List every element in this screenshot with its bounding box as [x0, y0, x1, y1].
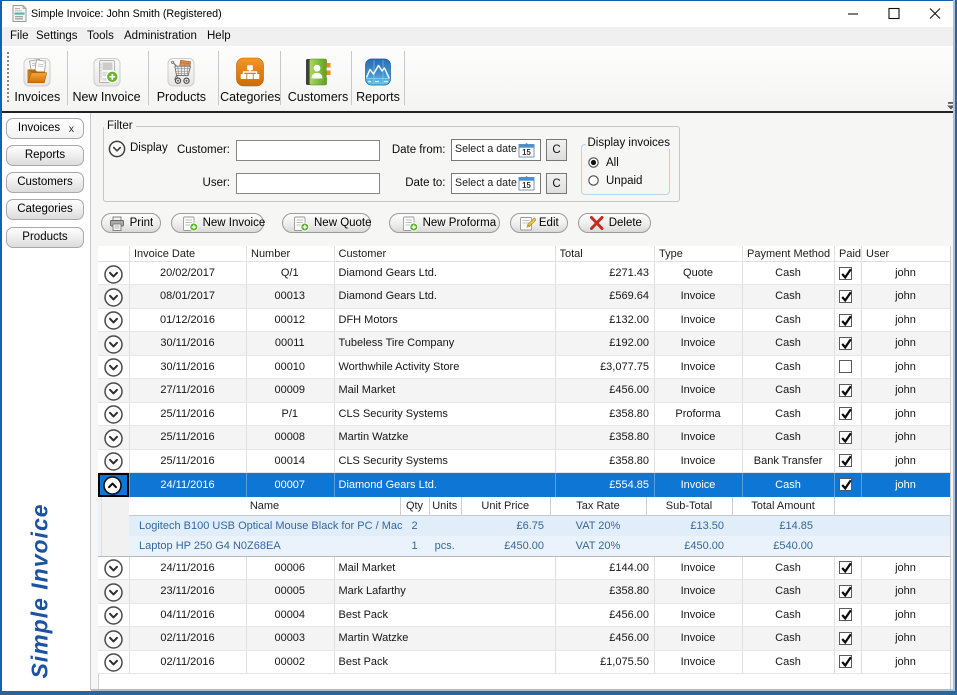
svg-text:15: 15: [522, 147, 531, 156]
svg-text:15: 15: [522, 181, 531, 190]
